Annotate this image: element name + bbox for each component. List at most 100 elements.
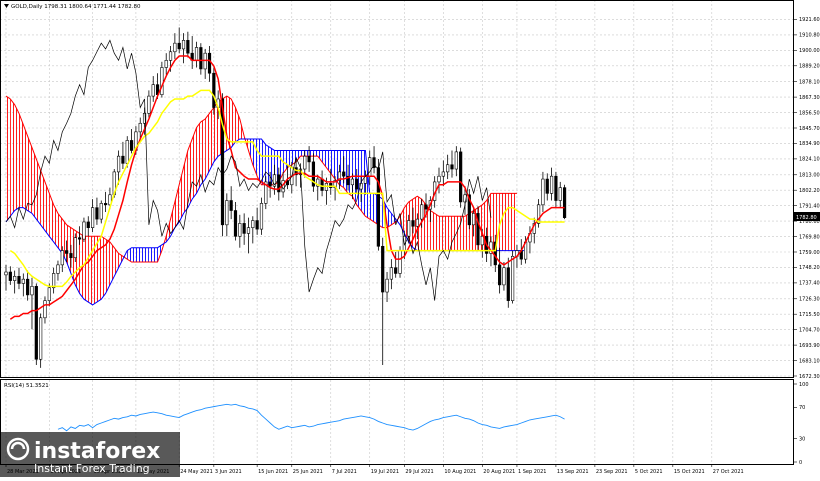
cloud-segment	[439, 216, 444, 251]
candle-body	[446, 164, 450, 173]
rsi-tick-label: 30	[799, 436, 805, 442]
candle-body	[233, 210, 238, 237]
candle-body	[4, 271, 8, 276]
candle-body	[164, 60, 168, 68]
candle-body	[472, 213, 476, 226]
candle-body	[225, 200, 229, 226]
cloud-segment	[144, 247, 149, 263]
rsi-header: RSI(14) 51.3521	[4, 383, 49, 389]
candle-body	[69, 253, 73, 259]
price-tick-label: 1856.50	[799, 110, 820, 116]
cloud-segment	[83, 236, 89, 303]
cloud-segment	[451, 216, 457, 251]
candle-body	[259, 203, 264, 230]
time-tick-label: 3 Jun 2021	[215, 469, 242, 475]
candle-body	[186, 40, 190, 54]
candle-body	[86, 221, 90, 228]
candle-body	[91, 207, 95, 228]
rsi-tick-label: 0	[799, 460, 802, 466]
cloud-segment	[430, 210, 435, 251]
cloud-segment	[339, 150, 344, 188]
candle-body	[138, 122, 142, 133]
candle-body	[56, 264, 60, 274]
candle-body	[355, 178, 359, 190]
cloud-segment	[456, 216, 461, 251]
price-tick-label: 1791.40	[799, 203, 820, 209]
price-tick-label: 1737.40	[799, 281, 820, 287]
candle-body	[181, 40, 186, 50]
candle-body	[39, 317, 43, 360]
price-tick-label: 1834.90	[799, 141, 820, 147]
candle-body	[502, 267, 506, 286]
price-tick-label: 1824.10	[799, 157, 820, 163]
candle-body	[238, 223, 242, 237]
candle-body	[13, 276, 17, 281]
candle-body	[21, 278, 25, 284]
candle-body	[194, 47, 199, 61]
candle-body	[60, 250, 64, 266]
candle-body	[160, 67, 164, 95]
candle-body	[441, 171, 445, 177]
candle-body	[320, 178, 324, 191]
cloud-segment	[261, 139, 266, 185]
time-tick-label: 15 Oct 2021	[674, 469, 705, 475]
candle-body	[450, 164, 454, 170]
cloud-segment	[140, 247, 145, 263]
candle-body	[103, 203, 108, 206]
cloud-segment	[131, 247, 136, 263]
cloud-segment	[10, 98, 15, 217]
candle-body	[398, 250, 402, 274]
cloud-segment	[300, 150, 305, 157]
candle-body	[17, 276, 21, 284]
time-tick-label: 27 Oct 2021	[713, 469, 744, 475]
candle-body	[407, 220, 411, 237]
price-tick-label: 1900.00	[799, 48, 820, 54]
candle-body	[268, 181, 272, 187]
price-tick-label: 1813.00	[799, 173, 820, 179]
watermark-tagline: Instant Forex Trading	[34, 462, 150, 475]
candle-body	[545, 178, 549, 194]
price-tick-label: 1704.70	[799, 327, 820, 333]
cloud-segment	[309, 150, 314, 157]
candle-body	[229, 200, 233, 211]
candle-body	[82, 221, 86, 240]
candle-body	[95, 207, 99, 220]
time-tick-label: 15 Jun 2021	[258, 469, 288, 475]
cloud-segment	[18, 113, 24, 208]
candle-body	[65, 250, 69, 254]
time-tick-label: 19 Jul 2021	[371, 469, 399, 475]
time-tick-label: 20 Aug 2021	[483, 469, 515, 475]
cloud-segment	[213, 101, 219, 162]
time-tick-label: 23 Sep 2021	[596, 469, 628, 475]
candle-body	[173, 42, 177, 53]
time-tick-label: 1 Sep 2021	[518, 469, 547, 475]
price-tick-label: 1726.30	[799, 297, 820, 303]
candle-body	[381, 245, 385, 293]
cloud-segment	[348, 150, 353, 197]
price-tick-label: 1802.20	[799, 188, 820, 194]
cloud-segment	[369, 193, 375, 222]
cloud-segment	[508, 193, 513, 251]
candle-body	[420, 204, 424, 220]
candle-body	[437, 175, 441, 183]
candle-body	[47, 287, 51, 301]
cloud-segment	[304, 150, 310, 157]
candle-body	[255, 220, 259, 230]
cloud-segment	[135, 247, 141, 263]
candle-body	[541, 178, 545, 206]
candle-body	[307, 155, 311, 163]
candle-body	[99, 203, 103, 220]
cloud-segment	[434, 213, 439, 251]
candle-body	[199, 47, 203, 70]
candle-body	[177, 42, 181, 50]
candle-body	[411, 220, 415, 227]
cloud-segment	[57, 213, 63, 254]
candle-body	[26, 278, 30, 296]
candle-body	[424, 204, 428, 210]
candle-body	[43, 300, 47, 319]
time-tick-label: 7 Jul 2021	[332, 469, 357, 475]
candle-body	[562, 187, 567, 218]
candle-body	[498, 264, 502, 286]
candle-body	[125, 140, 129, 164]
price-tick-label: 1845.70	[799, 126, 820, 132]
